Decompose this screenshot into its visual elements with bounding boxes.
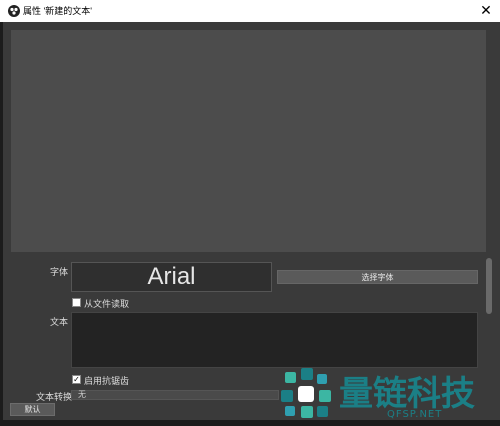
- antialias-checkbox[interactable]: ✓: [72, 375, 81, 384]
- scrollbar-thumb[interactable]: [486, 258, 492, 314]
- default-button[interactable]: 默认: [10, 403, 55, 416]
- font-preview-box: Arial: [71, 262, 272, 292]
- text-input[interactable]: [71, 312, 478, 368]
- title-bar: 属性 '新建的文本' ✕: [0, 0, 500, 22]
- obs-app-icon: [8, 5, 20, 17]
- text-transform-select[interactable]: 无: [71, 390, 279, 400]
- antialias-label: 启用抗锯齿: [84, 376, 130, 386]
- source-preview: [11, 30, 486, 252]
- watermark-brand: 量链科技: [339, 374, 475, 414]
- font-label: 字体: [50, 267, 69, 277]
- text-transform-value: 无: [78, 390, 86, 399]
- read-from-file-label: 从文件读取: [84, 299, 130, 309]
- window-left-edge: [0, 22, 3, 426]
- read-from-file-checkbox[interactable]: [72, 298, 81, 307]
- watermark-logo-icon: [281, 368, 331, 418]
- default-button-label: 默认: [24, 405, 41, 414]
- font-preview-text: Arial: [147, 263, 196, 290]
- close-icon[interactable]: ✕: [478, 2, 494, 18]
- select-font-button-label: 选择字体: [361, 272, 394, 282]
- text-transform-label: 文本转换: [36, 392, 73, 402]
- watermark-domain: QFSP.NET: [387, 409, 443, 420]
- text-label: 文本: [50, 317, 69, 327]
- window-title: 属性 '新建的文本': [23, 6, 92, 16]
- select-font-button[interactable]: 选择字体: [277, 270, 478, 284]
- watermark: 量链科技 QFSP.NET: [277, 362, 499, 426]
